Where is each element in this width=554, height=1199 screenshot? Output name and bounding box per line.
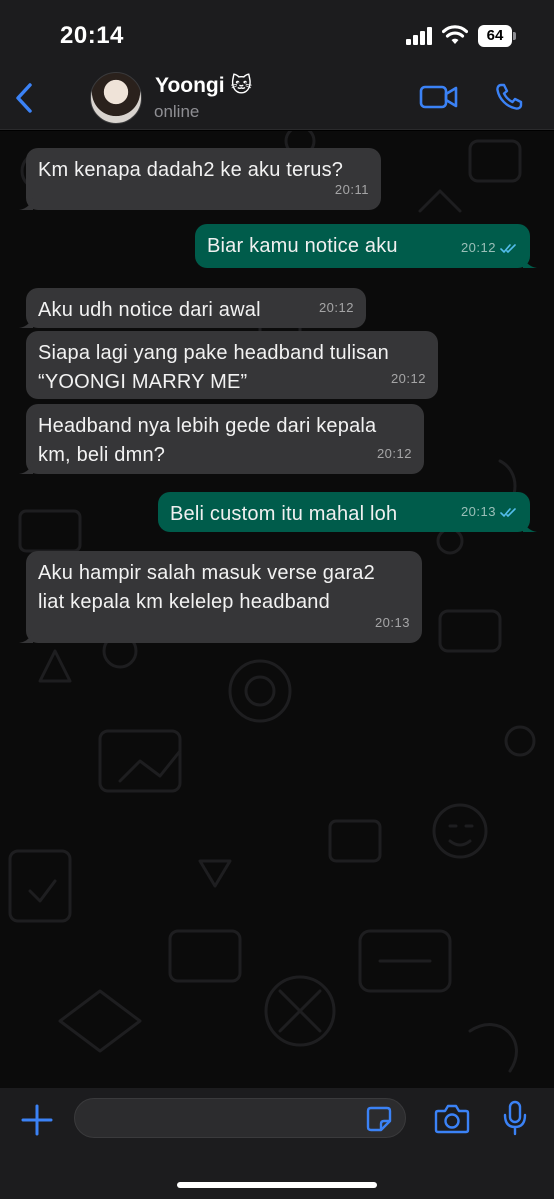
message-time: 20:12 bbox=[376, 446, 412, 461]
battery-level: 64 bbox=[478, 25, 512, 47]
bubble-tail bbox=[523, 254, 537, 268]
message-input[interactable] bbox=[74, 1098, 406, 1138]
battery-icon: 64 bbox=[478, 25, 516, 47]
message-meta: 20:12 bbox=[391, 364, 426, 393]
bubble-tail bbox=[19, 460, 33, 474]
bubble-tail bbox=[19, 314, 33, 328]
incoming-message-bubble[interactable]: Km kenapa dadah2 ke aku terus? 20:11 bbox=[19, 148, 381, 210]
composer-bar bbox=[0, 1088, 554, 1199]
message-meta: 20:13 bbox=[461, 497, 518, 526]
message-time: 20:13 bbox=[374, 615, 410, 630]
chat-thread[interactable]: Km kenapa dadah2 ke aku terus? 20:11 Biar … bbox=[0, 131, 554, 1088]
message-time: 20:12 bbox=[318, 300, 354, 315]
message-text: Siapa lagi yang pake headband tulisan “Y… bbox=[38, 342, 390, 393]
cellular-signal-icon bbox=[406, 27, 432, 45]
home-indicator bbox=[177, 1182, 377, 1188]
read-receipt-icon bbox=[500, 244, 516, 254]
message-meta: 20:13 bbox=[375, 608, 410, 637]
message-text: Km kenapa dadah2 ke aku terus? bbox=[38, 159, 344, 181]
message-text: Aku hampir salah masuk verse gara2 liat … bbox=[38, 562, 375, 613]
incoming-message-bubble[interactable]: Aku hampir salah masuk verse gara2 liat … bbox=[19, 551, 422, 643]
bubble-tail bbox=[19, 629, 33, 643]
bubble-tail bbox=[19, 196, 33, 210]
camera-icon[interactable] bbox=[434, 1103, 470, 1135]
incoming-message-bubble[interactable]: Siapa lagi yang pake headband tulisan “Y… bbox=[26, 331, 438, 399]
contact-avatar[interactable] bbox=[90, 72, 142, 124]
message-time: 20:13 bbox=[460, 504, 496, 519]
back-chevron-icon[interactable] bbox=[10, 80, 38, 116]
message-time: 20:12 bbox=[390, 371, 426, 386]
message-meta: 20:12 bbox=[461, 233, 518, 262]
status-bar: 20:14 64 bbox=[0, 0, 554, 70]
wifi-icon bbox=[442, 25, 468, 44]
read-receipt-icon bbox=[500, 508, 516, 518]
status-time: 20:14 bbox=[60, 22, 124, 49]
message-text: Aku udh notice dari awal bbox=[38, 299, 261, 321]
message-time: 20:11 bbox=[334, 182, 369, 197]
microphone-icon[interactable] bbox=[502, 1100, 528, 1136]
bubble-tail bbox=[523, 518, 537, 532]
message-time: 20:12 bbox=[460, 240, 496, 255]
plus-icon[interactable] bbox=[20, 1103, 54, 1137]
phone-call-icon[interactable] bbox=[494, 82, 524, 112]
message-meta: 20:11 bbox=[335, 175, 369, 204]
chat-header: Yoongi 🐱 online bbox=[0, 70, 554, 130]
outgoing-message-bubble[interactable]: Beli custom itu mahal loh 20:13 bbox=[158, 492, 537, 532]
contact-status: online bbox=[154, 102, 200, 121]
contact-name[interactable]: Yoongi 🐱 bbox=[155, 73, 252, 98]
incoming-message-bubble[interactable]: Headband nya lebih gede dari kepala km, … bbox=[19, 404, 424, 474]
message-text: Headband nya lebih gede dari kepala km, … bbox=[38, 415, 377, 466]
message-meta: 20:12 bbox=[377, 439, 412, 468]
video-call-icon[interactable] bbox=[419, 84, 459, 110]
outgoing-message-bubble[interactable]: Biar kamu notice aku 20:12 bbox=[195, 224, 537, 268]
message-meta: 20:12 bbox=[319, 293, 354, 322]
incoming-message-bubble[interactable]: Aku udh notice dari awal 20:12 bbox=[19, 288, 366, 328]
sticker-icon[interactable] bbox=[366, 1106, 392, 1132]
